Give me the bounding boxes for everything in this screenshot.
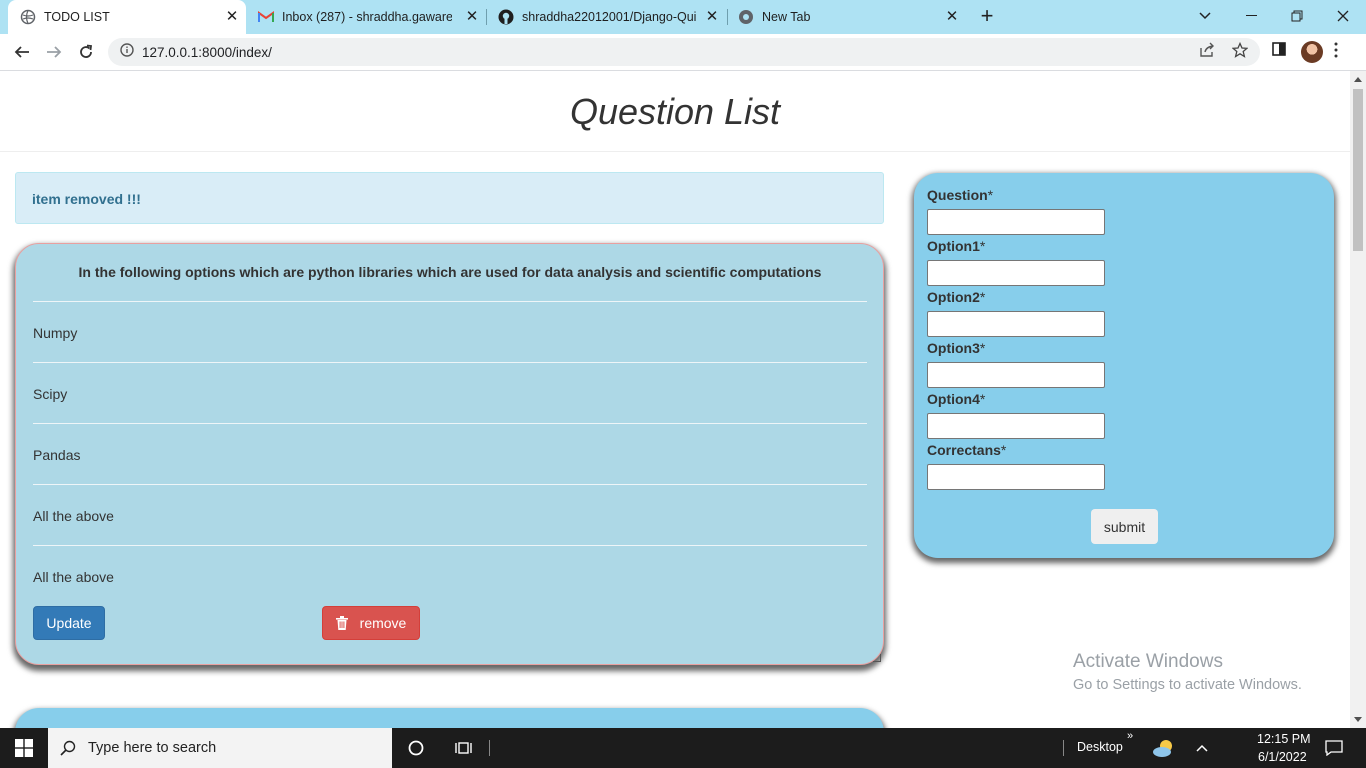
watermark-title: Activate Windows (1073, 651, 1223, 672)
windows-taskbar: Type here to search Desktop » 12:15 PM 6… (0, 728, 1366, 768)
github-icon (498, 9, 514, 25)
restore-icon[interactable] (1274, 0, 1320, 32)
tray-divider-icon (1058, 736, 1070, 760)
tab-gmail[interactable]: Inbox (287) - shraddha.gaware@ ✕ (248, 0, 486, 34)
bookmark-star-icon[interactable] (1231, 41, 1249, 63)
add-question-form: Question* Option1* Option2* Option3* Opt… (914, 173, 1334, 558)
option-1: Numpy (33, 325, 78, 341)
option3-input[interactable] (927, 362, 1105, 388)
close-tab-icon[interactable]: ✕ (704, 9, 720, 25)
browser-toolbar: 127.0.0.1:8000/index/ (0, 34, 1366, 71)
submit-button[interactable]: submit (1091, 509, 1158, 544)
forward-arrow-icon[interactable] (42, 40, 66, 64)
close-window-icon[interactable] (1320, 0, 1366, 32)
remove-button[interactable]: remove (322, 606, 420, 640)
option-3: Pandas (33, 447, 81, 463)
clock-time[interactable]: 12:15 PM (1257, 732, 1311, 746)
close-tab-icon[interactable]: ✕ (224, 9, 240, 25)
page-header: Question List (0, 71, 1350, 152)
scroll-down-arrow-icon[interactable] (1354, 717, 1362, 722)
weather-icon[interactable] (1152, 736, 1176, 760)
tab-github[interactable]: shraddha22012001/Django-Quiz ✕ (488, 0, 726, 34)
update-button[interactable]: Update (33, 606, 105, 640)
search-icon (60, 740, 76, 756)
page-scrollbar[interactable] (1350, 71, 1366, 728)
divider (33, 484, 867, 485)
page-title: Question List (569, 91, 781, 132)
tab-title: TODO LIST (44, 10, 110, 24)
taskbar-divider-icon (484, 736, 496, 760)
scroll-up-arrow-icon[interactable] (1354, 77, 1362, 82)
remove-button-label: remove (359, 615, 407, 631)
side-panel-icon[interactable] (1272, 42, 1286, 61)
trash-icon (335, 616, 348, 630)
option1-input[interactable] (927, 260, 1105, 286)
chevron-right-double-icon[interactable]: » (1127, 730, 1133, 742)
cortana-icon[interactable] (404, 736, 428, 760)
activate-windows-watermark: Activate Windows Go to Settings to activ… (1073, 651, 1302, 693)
correct-answer: All the above (33, 569, 114, 585)
task-view-icon[interactable] (452, 736, 476, 760)
tab-title: shraddha22012001/Django-Quiz (522, 10, 697, 24)
question-card: In the following options which are pytho… (15, 243, 884, 665)
share-icon[interactable] (1199, 42, 1215, 63)
divider (33, 545, 867, 546)
correctans-input[interactable] (927, 464, 1105, 490)
minimize-icon[interactable] (1228, 0, 1274, 32)
chrome-icon (738, 9, 754, 25)
globe-icon (20, 9, 36, 25)
scrollbar-thumb[interactable] (1353, 89, 1363, 251)
tab-search-chevron-icon[interactable] (1182, 0, 1228, 32)
profile-avatar[interactable] (1301, 41, 1323, 63)
question-input[interactable] (927, 209, 1105, 235)
url-text: 127.0.0.1:8000/index/ (142, 44, 272, 60)
taskbar-search-box[interactable]: Type here to search (48, 728, 392, 768)
tab-todo-list[interactable]: TODO LIST ✕ (8, 0, 246, 34)
divider (33, 423, 867, 424)
reload-icon[interactable] (74, 40, 98, 64)
divider (33, 362, 867, 363)
question-label: Question* (927, 187, 994, 203)
correctans-label: Correctans* (927, 442, 1007, 458)
option-4: All the above (33, 508, 114, 524)
gmail-icon (258, 9, 274, 25)
watermark-subtitle: Go to Settings to activate Windows. (1073, 677, 1302, 693)
menu-kebab-icon[interactable] (1334, 42, 1338, 63)
resize-grip-icon[interactable] (873, 654, 881, 662)
option4-input[interactable] (927, 413, 1105, 439)
desktop-toolbar-label[interactable]: Desktop (1077, 740, 1123, 754)
windows-start-icon[interactable] (0, 728, 48, 768)
option2-input[interactable] (927, 311, 1105, 337)
option1-label: Option1* (927, 238, 986, 254)
option4-label: Option4* (927, 391, 986, 407)
notification-icon[interactable] (1322, 736, 1346, 760)
chevron-up-icon[interactable] (1190, 736, 1214, 760)
tab-title: New Tab (762, 10, 811, 24)
back-arrow-icon[interactable] (10, 40, 34, 64)
divider (33, 301, 867, 302)
close-tab-icon[interactable]: ✕ (464, 9, 480, 25)
new-tab-plus-icon[interactable]: + (976, 5, 998, 27)
tab-separator (486, 9, 487, 25)
address-bar[interactable]: 127.0.0.1:8000/index/ (108, 38, 1260, 66)
question-card-next (15, 708, 884, 728)
status-alert: item removed !!! (15, 172, 884, 224)
question-text: In the following options which are pytho… (78, 264, 822, 280)
option-2: Scipy (33, 386, 68, 402)
clock-date[interactable]: 6/1/2022 (1258, 750, 1307, 764)
site-info-icon[interactable] (120, 42, 134, 62)
close-tab-icon[interactable]: ✕ (944, 9, 960, 25)
option2-label: Option2* (927, 289, 986, 305)
browser-tabstrip: TODO LIST ✕ Inbox (287) - shraddha.gawar… (0, 0, 1366, 34)
page-content: Question List item removed !!! In the fo… (0, 71, 1350, 728)
tab-title: Inbox (287) - shraddha.gaware@ (282, 10, 452, 24)
tab-new-tab[interactable]: New Tab ✕ (728, 0, 966, 34)
option3-label: Option3* (927, 340, 986, 356)
search-placeholder: Type here to search (88, 740, 217, 756)
